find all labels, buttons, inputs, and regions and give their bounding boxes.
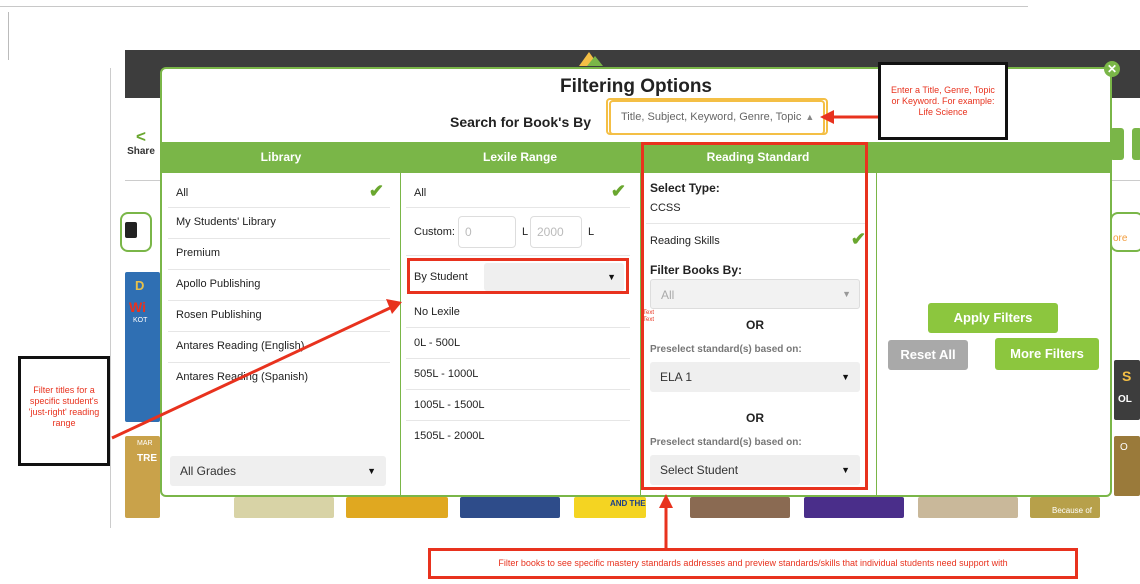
student-arrowhead <box>386 299 402 314</box>
standards-arrowhead <box>659 494 673 508</box>
annotation-arrows <box>111 110 878 548</box>
search-arrowhead <box>820 110 834 124</box>
student-arrow-line <box>111 306 391 440</box>
